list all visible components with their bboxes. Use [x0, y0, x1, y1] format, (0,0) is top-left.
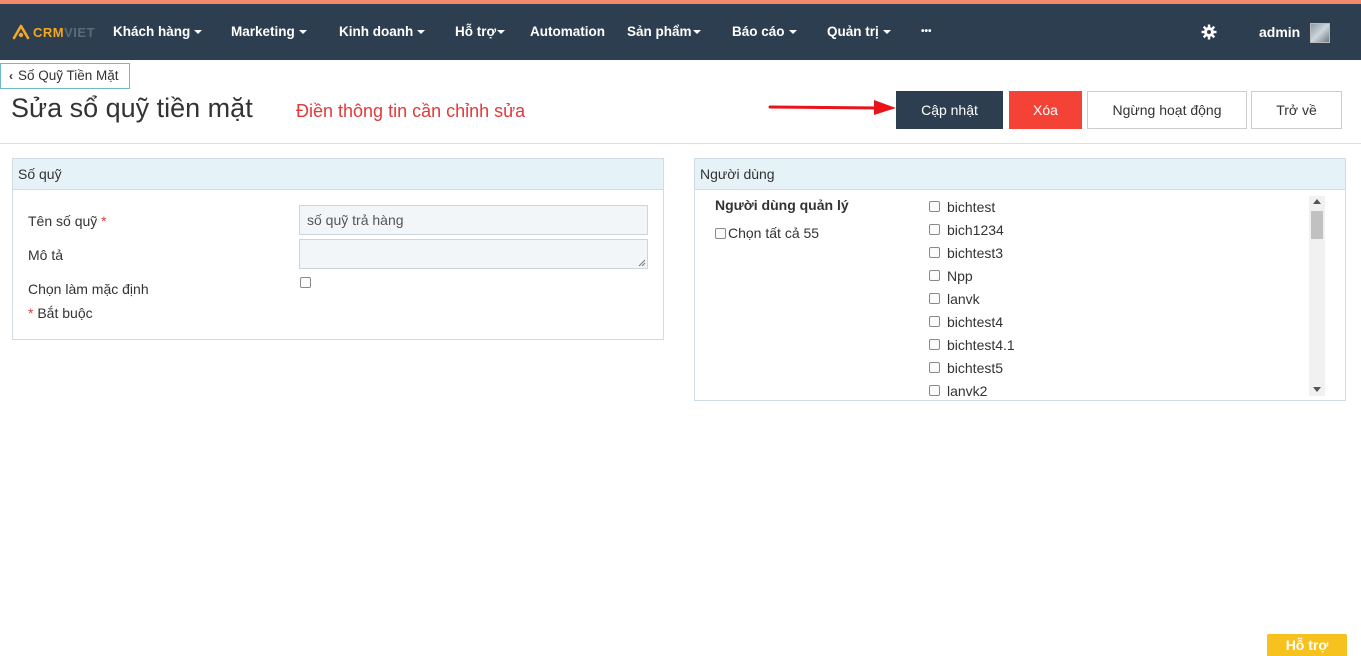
- user-menu-name[interactable]: admin: [1259, 4, 1300, 60]
- list-item[interactable]: bichtest4: [927, 310, 1327, 333]
- list-item[interactable]: bichtest: [927, 195, 1327, 218]
- fund-name-input[interactable]: số quỹ trả hàng: [299, 205, 648, 235]
- nav-item-marketing[interactable]: Marketing: [231, 4, 307, 60]
- description-label: Mô tả: [28, 247, 64, 263]
- logo-icon: [12, 24, 30, 40]
- annotation-hint: Điền thông tin cần chỉnh sửa: [296, 101, 526, 121]
- user-checkbox[interactable]: [929, 385, 940, 396]
- nav-item-support[interactable]: Hỗ trợ: [455, 4, 506, 60]
- list-item[interactable]: bich1234: [927, 218, 1327, 241]
- list-item[interactable]: bichtest5: [927, 356, 1327, 379]
- caret-down-icon: [882, 30, 891, 35]
- required-note: * Bắt buộc: [28, 305, 93, 321]
- top-navbar: CRMVIET Khách hàng Marketing Kinh doanh …: [0, 4, 1361, 60]
- nav-item-reports[interactable]: Báo cáo: [732, 4, 797, 60]
- description-textarea[interactable]: [299, 239, 648, 269]
- user-checkbox[interactable]: [929, 362, 940, 373]
- nav-item-products[interactable]: Sản phẩm: [627, 4, 701, 60]
- managers-label: Người dùng quản lý: [715, 197, 849, 213]
- gear-icon[interactable]: [1201, 24, 1217, 40]
- chevron-left-icon: ‹: [9, 69, 13, 83]
- users-panel: Người dùng Người dùng quản lý Chọn tất c…: [694, 158, 1346, 401]
- breadcrumb-back-button[interactable]: ‹ Số Quỹ Tiền Mặt: [0, 63, 130, 89]
- scroll-down-icon[interactable]: [1313, 387, 1321, 392]
- default-label: Chọn làm mặc định: [28, 281, 149, 297]
- avatar[interactable]: [1310, 23, 1330, 43]
- user-checkbox[interactable]: [929, 293, 940, 304]
- list-item[interactable]: bichtest3: [927, 241, 1327, 264]
- breadcrumb-label: Số Quỹ Tiền Mặt: [18, 68, 119, 83]
- user-checkbox[interactable]: [929, 316, 940, 327]
- default-checkbox[interactable]: [300, 277, 311, 288]
- caret-down-icon: [298, 30, 307, 35]
- annotation-arrow-icon: [768, 100, 896, 115]
- list-item[interactable]: lanvk: [927, 287, 1327, 310]
- resize-handle-icon[interactable]: [638, 259, 646, 267]
- scroll-thumb[interactable]: [1311, 211, 1323, 239]
- back-button[interactable]: Trở về: [1251, 91, 1342, 129]
- caret-down-icon: [788, 30, 797, 35]
- fund-name-label: Tên số quỹ *: [28, 213, 107, 229]
- nav-item-admin[interactable]: Quản trị: [827, 4, 891, 60]
- select-all-checkbox[interactable]: [715, 227, 726, 239]
- user-list: bichtest bich1234 bichtest3 Npp lanvk bi…: [927, 195, 1327, 397]
- caret-down-icon: [194, 30, 203, 35]
- user-checkbox[interactable]: [929, 224, 940, 235]
- list-item[interactable]: Npp: [927, 264, 1327, 287]
- scroll-up-icon[interactable]: [1313, 199, 1321, 204]
- user-checkbox[interactable]: [929, 247, 940, 258]
- header-divider: [0, 143, 1361, 144]
- deactivate-button[interactable]: Ngừng hoạt động: [1087, 91, 1247, 129]
- nav-item-customers[interactable]: Khách hàng: [113, 4, 203, 60]
- caret-down-icon: [497, 30, 506, 35]
- list-item[interactable]: lanvk2: [927, 379, 1327, 397]
- page-title: Sửa sổ quỹ tiền mặt: [11, 93, 253, 123]
- support-button[interactable]: Hỗ trợ: [1267, 634, 1347, 656]
- users-panel-title: Người dùng: [695, 159, 1345, 190]
- nav-item-sales[interactable]: Kinh doanh: [339, 4, 426, 60]
- logo-text: CRMVIET: [33, 24, 96, 40]
- user-checkbox[interactable]: [929, 270, 940, 281]
- list-item[interactable]: bichtest4.1: [927, 333, 1327, 356]
- user-list-scrollbar[interactable]: [1309, 196, 1325, 396]
- nav-item-more[interactable]: •••: [921, 4, 932, 60]
- nav-item-automation[interactable]: Automation: [530, 4, 605, 60]
- fund-panel: Số quỹ Tên số quỹ * số quỹ trả hàng Mô t…: [12, 158, 664, 340]
- select-all-option[interactable]: Chọn tất cả 55: [715, 225, 819, 241]
- user-checkbox[interactable]: [929, 201, 940, 212]
- logo[interactable]: CRMVIET: [12, 22, 95, 42]
- fund-panel-title: Số quỹ: [13, 159, 663, 190]
- delete-button[interactable]: Xóa: [1009, 91, 1082, 129]
- update-button[interactable]: Cập nhật: [896, 91, 1003, 129]
- caret-down-icon: [692, 30, 701, 35]
- caret-down-icon: [417, 30, 426, 35]
- user-checkbox[interactable]: [929, 339, 940, 350]
